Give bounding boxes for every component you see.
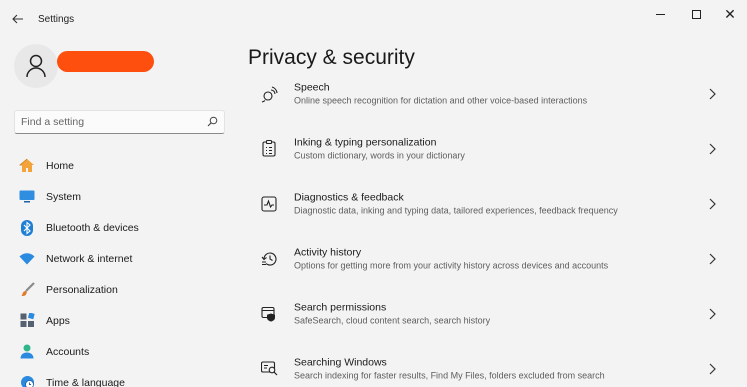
back-button[interactable] [10,11,26,27]
row-title: Diagnostics & feedback [294,191,404,203]
sidebar-item-system[interactable]: System [10,181,230,212]
sidebar-item-label: Network & internet [46,252,133,265]
setting-row-searching-windows[interactable]: Searching Windows Search indexing for fa… [248,341,738,387]
history-icon [260,250,278,268]
chevron-right-icon [709,308,716,319]
row-description: Diagnostic data, inking and typing data,… [294,205,618,215]
close-icon: ✕ [724,6,736,22]
accounts-icon [18,343,36,361]
sidebar-item-label: Apps [46,314,70,327]
setting-row-inking-typing[interactable]: Inking & typing personalization Custom d… [248,121,738,176]
user-icon [26,54,46,78]
row-text: Inking & typing personalization Custom d… [294,135,465,162]
sidebar-item-bluetooth[interactable]: Bluetooth & devices [10,212,230,243]
setting-row-activity-history[interactable]: Activity history Options for getting mor… [248,231,738,286]
diagnostics-icon [260,195,278,213]
sidebar-item-network[interactable]: Network & internet [10,243,230,274]
search-box[interactable] [14,110,225,134]
settings-list: Speech Online speech recognition for dic… [248,66,738,387]
sidebar-item-apps[interactable]: Apps [10,305,230,336]
row-description: Custom dictionary, words in your diction… [294,150,465,160]
row-description: Options for getting more from your activ… [294,260,609,270]
row-description: Online speech recognition for dictation … [294,95,588,105]
row-description: SafeSearch, cloud content search, search… [294,315,491,325]
bluetooth-icon [18,219,36,237]
setting-row-diagnostics[interactable]: Diagnostics & feedback Diagnostic data, … [248,176,738,231]
apps-icon [18,312,36,330]
sidebar-item-home[interactable]: Home [10,150,230,181]
row-text: Search permissions SafeSearch, cloud con… [294,300,490,327]
setting-row-speech[interactable]: Speech Online speech recognition for dic… [248,66,738,121]
speech-icon [260,85,278,103]
globe-clock-icon [18,374,36,387]
close-button[interactable]: ✕ [720,6,740,22]
sidebar-item-label: Accounts [46,345,90,358]
row-text: Activity history Options for getting mor… [294,245,608,272]
maximize-button[interactable] [686,6,706,22]
home-icon [18,157,36,175]
sidebar-item-personalization[interactable]: Personalization [10,274,230,305]
search-icon[interactable] [207,116,218,127]
row-text: Diagnostics & feedback Diagnostic data, … [294,190,618,217]
setting-row-search-permissions[interactable]: Search permissions SafeSearch, cloud con… [248,286,738,341]
wifi-icon [18,250,36,268]
row-text: Searching Windows Search indexing for fa… [294,355,605,382]
chevron-right-icon [709,198,716,209]
chevron-right-icon [709,143,716,154]
sidebar-item-label: System [46,190,82,203]
search-input[interactable] [21,114,201,130]
system-icon [18,188,36,206]
maximize-icon [691,9,701,19]
search-permissions-icon [260,305,278,323]
chevron-right-icon [709,363,716,374]
title-bar: Settings ✕ [0,0,747,38]
sidebar-item-label: Bluetooth & devices [46,221,139,234]
row-text: Speech Online speech recognition for dic… [294,80,587,107]
sidebar-item-label: Time & language [46,376,125,387]
row-description: Search indexing for faster results, Find… [294,370,605,380]
row-title: Inking & typing personalization [294,136,437,148]
row-title: Searching Windows [294,356,387,368]
row-title: Search permissions [294,301,387,313]
avatar[interactable] [14,44,58,88]
window-title: Settings [38,14,75,25]
minimize-button[interactable] [650,6,670,22]
chevron-right-icon [709,88,716,99]
brush-icon [18,281,36,299]
sidebar-item-time-language[interactable]: Time & language [10,367,230,387]
back-arrow-icon [12,14,23,24]
row-title: Activity history [294,246,362,258]
settings-window: Settings ✕ Home [0,0,747,387]
sidebar-item-label: Home [46,159,75,172]
searching-windows-icon [260,360,278,378]
sidebar-item-accounts[interactable]: Accounts [10,336,230,367]
sidebar-item-label: Personalization [46,283,118,296]
redacted-user-name [57,51,154,72]
minimize-icon [655,13,665,15]
chevron-right-icon [709,253,716,264]
row-title: Speech [294,81,330,93]
clipboard-list-icon [260,140,278,158]
sidebar-nav: Home System Bluetooth & devices Network … [10,150,230,387]
